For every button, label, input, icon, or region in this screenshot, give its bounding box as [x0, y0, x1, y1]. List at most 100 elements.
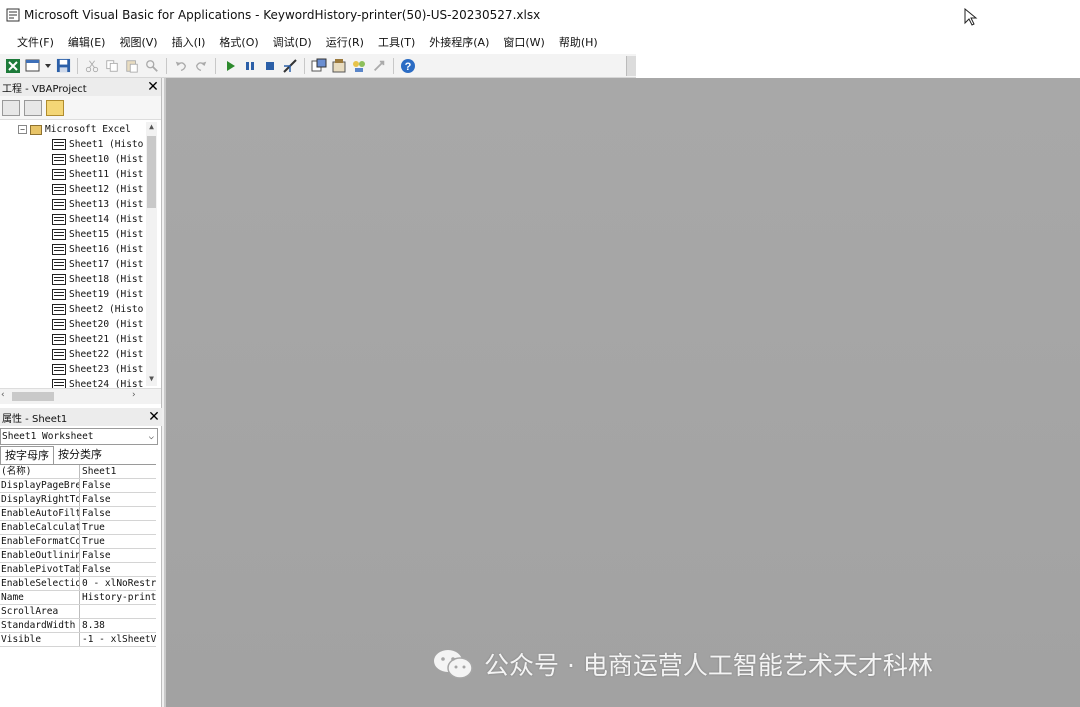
- tree-item-label: Sheet15 (Hist: [69, 229, 144, 240]
- design-mode-icon[interactable]: [281, 57, 299, 75]
- tree-item[interactable]: Sheet11 (Hist: [52, 167, 143, 182]
- sheet-icon: [52, 379, 66, 388]
- tree-item[interactable]: Sheet21 (Hist: [52, 332, 143, 347]
- property-row[interactable]: DisplayPageBre False: [0, 479, 156, 493]
- menu-view[interactable]: 视图(V): [112, 34, 164, 50]
- property-row[interactable]: EnableOutlinin False: [0, 549, 156, 563]
- tree-item[interactable]: Sheet15 (Hist: [52, 227, 143, 242]
- property-row[interactable]: EnableAutoFilt False: [0, 507, 156, 521]
- scroll-up-icon[interactable]: ▲: [146, 122, 157, 134]
- left-dock: 工程 - VBAProject ✕ − Microsoft Excel Shee…: [0, 78, 162, 707]
- property-value[interactable]: False: [80, 563, 156, 576]
- property-value[interactable]: True: [80, 521, 156, 534]
- collapse-icon[interactable]: −: [18, 125, 27, 134]
- property-row[interactable]: EnableCalculat True: [0, 521, 156, 535]
- save-icon[interactable]: [54, 57, 72, 75]
- property-value[interactable]: True: [80, 535, 156, 548]
- excel-icon[interactable]: [4, 57, 22, 75]
- scroll-right-icon[interactable]: ›: [132, 390, 136, 400]
- toolbar-overflow-grip[interactable]: [626, 55, 636, 76]
- menu-debug[interactable]: 调试(D): [266, 34, 319, 50]
- undo-icon[interactable]: [172, 57, 190, 75]
- tree-item[interactable]: Sheet13 (Hist: [52, 197, 143, 212]
- menu-run[interactable]: 运行(R): [319, 34, 371, 50]
- find-icon[interactable]: [143, 57, 161, 75]
- code-workspace[interactable]: [164, 78, 1080, 707]
- property-row[interactable]: DisplayRightTo False: [0, 493, 156, 507]
- tree-item[interactable]: Sheet16 (Hist: [52, 242, 143, 257]
- property-value[interactable]: False: [80, 493, 156, 506]
- tree-item[interactable]: Sheet22 (Hist: [52, 347, 143, 362]
- close-icon[interactable]: ✕: [146, 409, 162, 425]
- property-value[interactable]: False: [80, 549, 156, 562]
- property-row[interactable]: (名称) Sheet1: [0, 465, 156, 479]
- menu-addins[interactable]: 外接程序(A): [422, 34, 496, 50]
- menu-bar: 文件(F) 编辑(E) 视图(V) 插入(I) 格式(O) 调试(D) 运行(R…: [0, 30, 1080, 54]
- menu-file[interactable]: 文件(F): [10, 34, 61, 50]
- menu-help[interactable]: 帮助(H): [552, 34, 605, 50]
- chevron-down-icon[interactable]: ⌵: [149, 432, 157, 442]
- property-value[interactable]: Sheet1: [80, 465, 156, 478]
- paste-icon[interactable]: [123, 57, 141, 75]
- property-row[interactable]: Visible -1 - xlSheetV: [0, 633, 156, 647]
- tree-item[interactable]: Sheet1 (Histo: [52, 137, 143, 152]
- tree-horizontal-scrollbar[interactable]: ‹ ›: [0, 388, 161, 404]
- sheet-icon: [52, 334, 66, 345]
- tree-item[interactable]: Sheet10 (Hist: [52, 152, 143, 167]
- object-browser-icon[interactable]: [350, 57, 368, 75]
- tree-item[interactable]: Sheet17 (Hist: [52, 257, 143, 272]
- tree-vertical-scrollbar[interactable]: ▲ ▼: [146, 122, 157, 386]
- scroll-down-icon[interactable]: ▼: [146, 374, 157, 386]
- tree-item[interactable]: Sheet24 (Hist: [52, 377, 143, 388]
- tree-item[interactable]: Sheet12 (Hist: [52, 182, 143, 197]
- property-value[interactable]: 8.38: [80, 619, 156, 632]
- object-select[interactable]: Sheet1 Worksheet ⌵: [0, 428, 158, 445]
- insert-form-icon[interactable]: [24, 57, 42, 75]
- menu-insert[interactable]: 插入(I): [165, 34, 213, 50]
- scroll-left-icon[interactable]: ‹: [1, 390, 5, 400]
- property-row[interactable]: Name History-print: [0, 591, 156, 605]
- chevron-down-icon[interactable]: [44, 57, 52, 75]
- redo-icon[interactable]: [192, 57, 210, 75]
- tree-item-label: Sheet1 (Histo: [69, 139, 144, 150]
- toggle-folders-icon[interactable]: [46, 99, 64, 116]
- break-icon[interactable]: [241, 57, 259, 75]
- tree-item[interactable]: Sheet19 (Hist: [52, 287, 143, 302]
- tree-item[interactable]: Sheet20 (Hist: [52, 317, 143, 332]
- scroll-thumb[interactable]: [12, 392, 54, 401]
- property-value[interactable]: -1 - xlSheetV: [80, 633, 156, 646]
- view-object-icon[interactable]: [24, 99, 42, 116]
- scroll-thumb[interactable]: [147, 136, 156, 208]
- tree-item[interactable]: Sheet23 (Hist: [52, 362, 143, 377]
- toolbox-icon[interactable]: [370, 57, 388, 75]
- property-row[interactable]: EnableSelectio 0 - xlNoRestr: [0, 577, 156, 591]
- tab-categorized[interactable]: 按分类序: [54, 446, 106, 464]
- menu-format[interactable]: 格式(O): [212, 34, 265, 50]
- copy-icon[interactable]: [103, 57, 121, 75]
- property-value[interactable]: History-print: [80, 591, 156, 604]
- menu-window[interactable]: 窗口(W): [496, 34, 551, 50]
- reset-icon[interactable]: [261, 57, 279, 75]
- properties-icon[interactable]: [330, 57, 348, 75]
- property-value[interactable]: 0 - xlNoRestr: [80, 577, 156, 590]
- cut-icon[interactable]: [83, 57, 101, 75]
- tree-item[interactable]: Sheet2 (Histo: [52, 302, 143, 317]
- property-row[interactable]: EnableFormatCo True: [0, 535, 156, 549]
- help-icon[interactable]: ?: [399, 57, 417, 75]
- property-value[interactable]: False: [80, 479, 156, 492]
- property-row[interactable]: ScrollArea: [0, 605, 156, 619]
- tree-item[interactable]: Sheet18 (Hist: [52, 272, 143, 287]
- close-icon[interactable]: ✕: [145, 79, 161, 95]
- menu-edit[interactable]: 编辑(E): [61, 34, 113, 50]
- tree-root[interactable]: − Microsoft Excel: [18, 122, 131, 137]
- view-code-icon[interactable]: [2, 99, 20, 116]
- tree-item[interactable]: Sheet14 (Hist: [52, 212, 143, 227]
- menu-tools[interactable]: 工具(T): [371, 34, 422, 50]
- property-row[interactable]: StandardWidth 8.38: [0, 619, 156, 633]
- project-explorer-icon[interactable]: [310, 57, 328, 75]
- property-value[interactable]: [80, 605, 156, 618]
- property-value[interactable]: False: [80, 507, 156, 520]
- property-row[interactable]: EnablePivotTab False: [0, 563, 156, 577]
- run-icon[interactable]: [221, 57, 239, 75]
- tab-alphabetic[interactable]: 按字母序: [0, 446, 54, 464]
